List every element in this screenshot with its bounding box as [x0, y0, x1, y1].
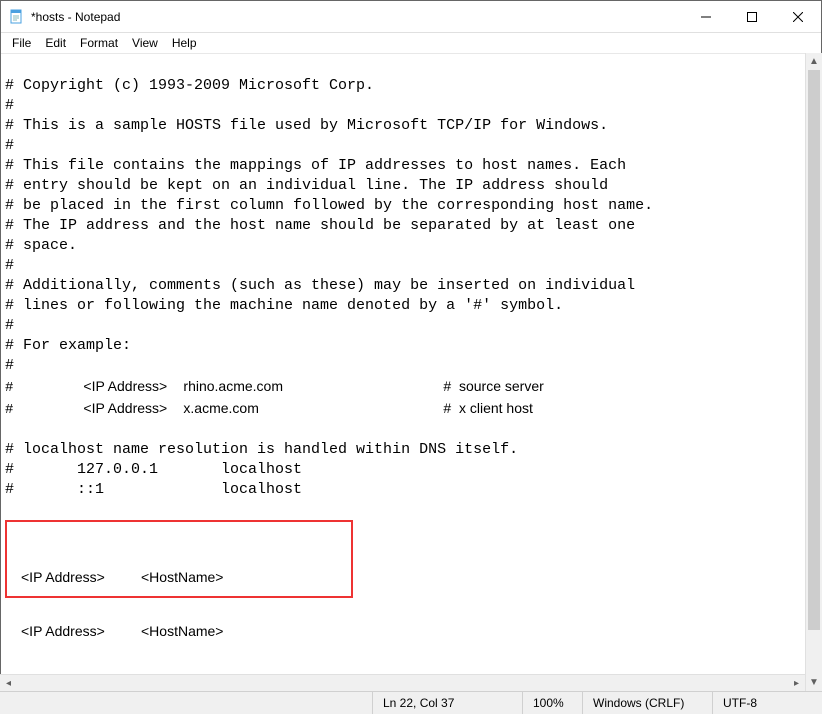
scroll-up-button[interactable]: ▲ [806, 53, 822, 70]
scroll-left-button[interactable]: ◂ [0, 675, 17, 691]
menu-format[interactable]: Format [73, 34, 125, 52]
text-line: # [5, 317, 14, 334]
close-button[interactable] [775, 1, 821, 32]
scroll-down-button[interactable]: ▼ [806, 674, 822, 691]
text-line: # [5, 97, 14, 114]
window-title: *hosts - Notepad [31, 10, 683, 24]
maximize-button[interactable] [729, 1, 775, 32]
text-line: # The IP address and the host name shoul… [5, 217, 635, 234]
text-line: # [5, 137, 14, 154]
window-controls [683, 1, 821, 32]
menu-view[interactable]: View [125, 34, 165, 52]
menu-edit[interactable]: Edit [38, 34, 73, 52]
horizontal-scrollbar[interactable]: ◂ ▸ [0, 674, 805, 691]
text-editor[interactable]: # Copyright (c) 1993-2009 Microsoft Corp… [1, 53, 821, 713]
text-line: # entry should be kept on an individual … [5, 177, 608, 194]
notepad-icon [9, 9, 25, 25]
menu-help[interactable]: Help [165, 34, 204, 52]
vertical-scrollbar[interactable]: ▲ ▼ [805, 53, 822, 691]
status-bar: Ln 22, Col 37 100% Windows (CRLF) UTF-8 [0, 691, 822, 714]
text-line: # This is a sample HOSTS file used by Mi… [5, 117, 608, 134]
status-zoom: 100% [522, 692, 582, 714]
text-line: # be placed in the first column followed… [5, 197, 653, 214]
minimize-button[interactable] [683, 1, 729, 32]
text-line: # 127.0.0.1 localhost [5, 461, 302, 478]
text-line: # Additionally, comments (such as these)… [5, 277, 635, 294]
menu-file[interactable]: File [5, 34, 38, 52]
example-row: #<IP Address>x.acme.com# x client host [5, 400, 533, 416]
text-line: # lines or following the machine name de… [5, 297, 563, 314]
host-entry: <IP Address><HostName> [21, 622, 223, 640]
text-line: # [5, 357, 14, 374]
status-encoding: UTF-8 [712, 692, 822, 714]
title-bar: *hosts - Notepad [1, 1, 821, 33]
text-line: # [5, 257, 14, 274]
status-position: Ln 22, Col 37 [372, 692, 522, 714]
text-line: # ::1 localhost [5, 481, 302, 498]
menu-bar: File Edit Format View Help [1, 33, 821, 53]
text-line: # For example: [5, 337, 131, 354]
text-line: # Copyright (c) 1993-2009 Microsoft Corp… [5, 77, 374, 94]
scroll-right-button[interactable]: ▸ [788, 675, 805, 691]
text-line: # localhost name resolution is handled w… [5, 441, 518, 458]
host-entry: <IP Address><HostName> [21, 568, 223, 586]
status-line-ending: Windows (CRLF) [582, 692, 712, 714]
text-line: # space. [5, 237, 77, 254]
scroll-thumb[interactable] [808, 70, 820, 630]
text-line: # This file contains the mappings of IP … [5, 157, 626, 174]
example-row: #<IP Address>rhino.acme.com# source serv… [5, 378, 544, 394]
